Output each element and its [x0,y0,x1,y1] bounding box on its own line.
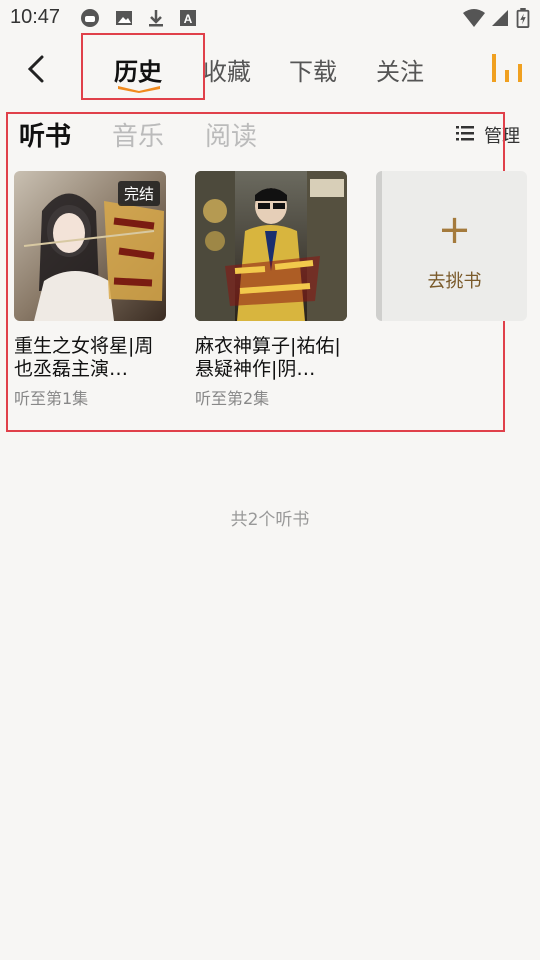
book-cover-image [195,171,347,321]
image-icon [116,11,132,25]
tab-downloads[interactable]: 下载 [289,52,337,87]
status-badge: 完结 [117,181,160,206]
svg-text:A: A [184,12,193,26]
book-progress: 听至第1集 [14,389,89,408]
plus-icon: + [437,207,472,253]
battery-icon [516,8,530,28]
add-book-label: 去挑书 [427,271,482,292]
wifi-icon [463,9,485,27]
book-title: 重生之女将星|周也丞磊主演… [14,335,154,380]
highlight-box-history [81,33,205,100]
book-progress: 听至第2集 [195,389,270,408]
total-count: 共2个听书 [230,510,310,530]
ranking-icon[interactable] [490,52,524,84]
book-title: 麻衣神算子|祐佑|悬疑神作|阴… [195,335,341,380]
text-a-icon: A [180,10,196,26]
book-cover[interactable]: 完结 [14,171,166,321]
book-cover[interactable] [195,171,347,321]
status-bar: 10:47 A [0,0,540,36]
back-arrow-icon[interactable] [22,54,52,84]
tab-favorites[interactable]: 收藏 [203,52,251,87]
tab-following[interactable]: 关注 [376,52,424,87]
book-card[interactable]: 完结 重生之女将星|周也丞磊主演… 听至第1集 [14,171,166,409]
add-book-card[interactable]: + 去挑书 [376,171,527,321]
headset-icon [81,9,99,27]
download-icon [149,10,163,27]
book-card[interactable]: 麻衣神算子|祐佑|悬疑神作|阴… 听至第2集 [195,171,347,409]
signal-icon [492,10,508,26]
status-time: 10:47 [10,6,61,28]
